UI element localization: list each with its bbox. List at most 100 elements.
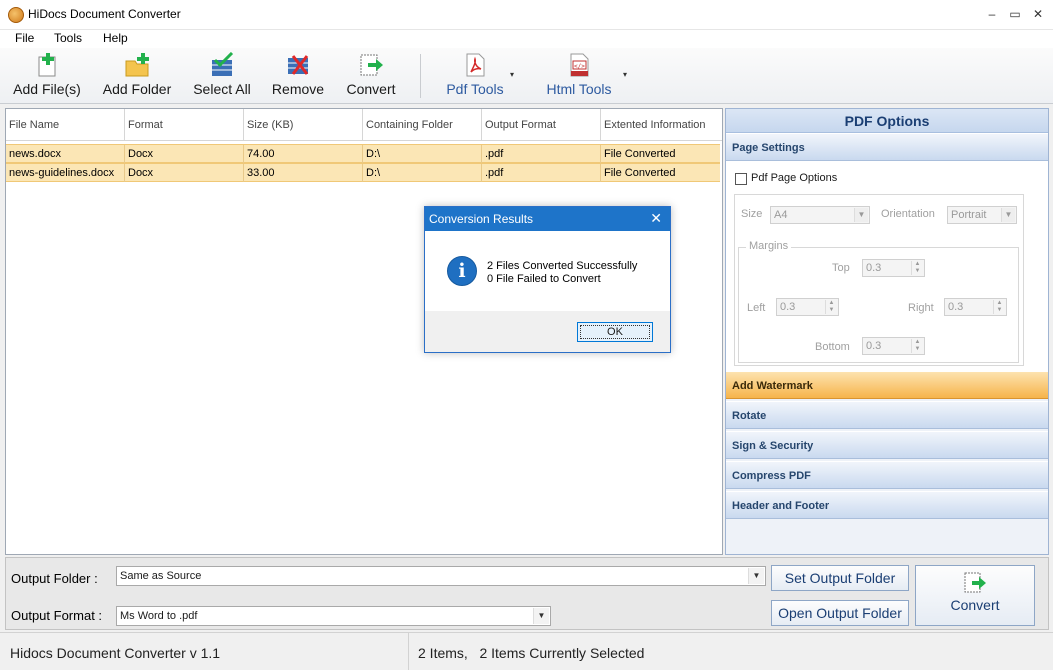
table-row[interactable]: news-guidelines.docx Docx 33.00 D:\ .pdf… [6, 163, 720, 182]
set-output-folder-button[interactable]: Set Output Folder [771, 565, 909, 591]
cell-file-name: news.docx [6, 145, 125, 163]
convert-icon [358, 52, 384, 78]
bottom-margin-value: 0.3 [866, 340, 882, 352]
output-format-value: Ms Word to .pdf [120, 610, 198, 622]
output-folder-label: Output Folder : [11, 571, 98, 586]
maximize-button[interactable]: ▭ [1003, 2, 1027, 26]
cell-format: Docx [125, 164, 244, 182]
column-header-format[interactable]: Format [125, 109, 244, 141]
add-folder-label: Add Folder [102, 81, 172, 97]
toolbar-separator [420, 54, 421, 98]
cell-size: 74.00 [244, 145, 363, 163]
convert-toolbar-button[interactable]: Convert [343, 52, 399, 100]
remove-label: Remove [271, 81, 325, 97]
section-header-footer[interactable]: Header and Footer [726, 491, 1048, 519]
cell-file-name: news-guidelines.docx [6, 164, 125, 182]
cell-format: Docx [125, 145, 244, 163]
bottom-margin-label: Bottom [815, 341, 850, 353]
panel-title: PDF Options [726, 109, 1048, 133]
spinner-icon: ▲ ▼ [911, 261, 923, 275]
minimize-button[interactable]: – [980, 2, 1004, 26]
size-select[interactable]: A4 ▼ [770, 206, 870, 224]
chevron-down-icon: ▼ [1001, 208, 1015, 222]
status-divider [408, 633, 409, 670]
add-files-label: Add File(s) [13, 81, 81, 97]
menu-help[interactable]: Help [103, 31, 128, 45]
cell-extended-info: File Converted [604, 148, 676, 160]
pdf-icon [462, 52, 488, 78]
margins-label: Margins [746, 240, 792, 252]
pdf-page-options-checkbox[interactable] [735, 173, 747, 185]
close-button[interactable]: ✕ [1026, 2, 1050, 26]
orientation-select[interactable]: Portrait ▼ [947, 206, 1017, 224]
left-margin-label: Left [747, 302, 766, 314]
output-format-label: Output Format : [11, 608, 103, 623]
title-bar: HiDocs Document Converter – ▭ ✕ [0, 0, 1053, 30]
conversion-results-dialog: Conversion Results ✕ i 2 Files Converted… [424, 206, 671, 353]
spinner-icon: ▲ ▼ [825, 300, 837, 314]
cell-extended-info: File Converted [604, 167, 676, 179]
pdf-tools-label: Pdf Tools [446, 81, 504, 97]
cell-containing-folder: D:\ [363, 145, 482, 163]
column-header-file-name[interactable]: File Name [6, 109, 125, 141]
chevron-down-icon: ▼ [854, 208, 868, 222]
bottom-margin-stepper[interactable]: 0.3 ▲ ▼ [862, 337, 925, 355]
dialog-message-failed: 0 File Failed to Convert [487, 273, 601, 285]
column-header-containing-folder[interactable]: Containing Folder [363, 109, 482, 141]
size-label: Size [741, 208, 763, 220]
convert-button-label: Convert [950, 597, 1000, 613]
cell-output-format: .pdf [482, 145, 601, 163]
pdf-tools-button[interactable]: Pdf Tools [444, 52, 506, 100]
dialog-title: Conversion Results [429, 212, 534, 226]
column-header-output-format[interactable]: Output Format [482, 109, 601, 141]
html-tools-label: Html Tools [546, 81, 612, 97]
html-icon: </> [566, 52, 592, 78]
pdf-tools-dropdown-icon[interactable]: ▾ [510, 70, 514, 79]
add-files-button[interactable]: Add File(s) [12, 52, 82, 100]
section-add-watermark[interactable]: Add Watermark [726, 371, 1048, 399]
add-file-icon [34, 52, 60, 78]
column-header-size[interactable]: Size (KB) [244, 109, 363, 141]
column-header-extended-info[interactable]: Extented Information [601, 109, 722, 141]
page-settings-body: Pdf Page Options Size A4 ▼ Orientation Po… [726, 161, 1048, 371]
top-margin-stepper[interactable]: 0.3 ▲ ▼ [862, 259, 925, 277]
svg-text:</>: </> [574, 63, 585, 70]
chevron-down-icon[interactable]: ▼ [533, 608, 549, 624]
section-sign-security[interactable]: Sign & Security [726, 431, 1048, 459]
grid-header: File Name Format Size (KB) Containing Fo… [6, 109, 722, 141]
menu-tools[interactable]: Tools [54, 31, 82, 45]
cell-output-format: .pdf [482, 164, 601, 182]
status-items: 2 Items, 2 Items Currently Selected [418, 645, 645, 661]
chevron-down-icon[interactable]: ▼ [748, 568, 764, 584]
output-format-combo[interactable]: Ms Word to .pdf ▼ [116, 606, 551, 626]
left-margin-value: 0.3 [780, 301, 796, 313]
menu-file[interactable]: File [15, 31, 34, 45]
right-margin-stepper[interactable]: 0.3 ▲ ▼ [944, 298, 1007, 316]
html-tools-dropdown-icon[interactable]: ▾ [623, 70, 627, 79]
left-margin-stepper[interactable]: 0.3 ▲ ▼ [776, 298, 839, 316]
pdf-options-panel: PDF Options Page Settings Pdf Page Optio… [725, 108, 1049, 555]
add-folder-button[interactable]: Add Folder [100, 52, 174, 100]
select-all-icon [209, 51, 235, 78]
select-all-button[interactable]: Select All [190, 51, 254, 100]
open-output-folder-button[interactable]: Open Output Folder [771, 600, 909, 626]
pdf-page-options-label: Pdf Page Options [751, 172, 838, 184]
ok-button[interactable]: OK [577, 322, 653, 342]
convert-toolbar-label: Convert [346, 81, 396, 97]
top-margin-label: Top [832, 262, 850, 274]
output-folder-combo[interactable]: Same as Source ▼ [116, 566, 766, 586]
html-tools-button[interactable]: </> Html Tools [544, 52, 614, 100]
section-page-settings[interactable]: Page Settings [726, 133, 1048, 161]
remove-button[interactable]: Remove [270, 52, 326, 100]
remove-icon [285, 52, 311, 78]
orientation-label: Orientation [881, 208, 935, 220]
spinner-icon: ▲ ▼ [911, 339, 923, 353]
app-logo-icon [8, 7, 24, 23]
menu-bar: File Tools Help [0, 30, 1053, 48]
section-compress-pdf[interactable]: Compress PDF [726, 461, 1048, 489]
convert-button[interactable]: Convert [915, 565, 1035, 626]
dialog-close-icon[interactable]: ✕ [650, 210, 662, 227]
section-rotate[interactable]: Rotate [726, 401, 1048, 429]
cell-size: 33.00 [244, 164, 363, 182]
table-row[interactable]: news.docx Docx 74.00 D:\ .pdf File Conve… [6, 144, 720, 163]
